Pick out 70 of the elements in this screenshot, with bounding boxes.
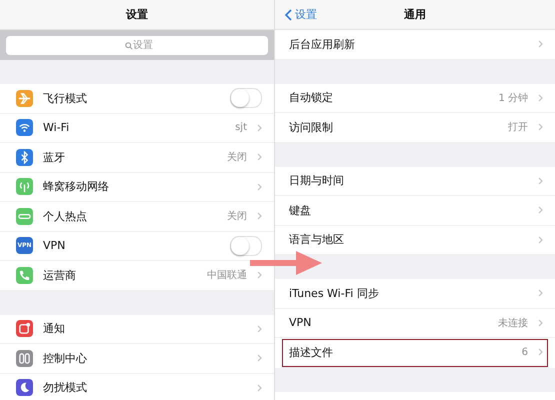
chevron-icon — [285, 8, 292, 20]
settings-row[interactable]: 蓝牙 关闭 — [0, 143, 274, 172]
arrow-icon — [250, 250, 322, 276]
row-value: 关闭 — [227, 210, 247, 224]
row-label: 语言与地区 — [289, 232, 345, 248]
row-label: VPN — [289, 316, 312, 330]
back-button[interactable]: 设置 — [285, 7, 317, 22]
settings-row[interactable]: 后台应用刷新 — [275, 30, 555, 60]
chevron-icon — [538, 123, 543, 132]
chevron-icon — [538, 289, 543, 298]
settings-row[interactable]: VPN 未连接 — [275, 308, 555, 338]
chevron-icon — [538, 206, 543, 214]
chevron-icon — [257, 182, 262, 191]
row-label: 通知 — [43, 321, 66, 336]
settings-row[interactable]: 勿扰模式 — [0, 374, 274, 400]
row-value: 未连接 — [498, 316, 528, 330]
search-field[interactable]: 设置 — [6, 36, 268, 54]
row-label: 键盘 — [289, 202, 312, 218]
row-value: 6 — [522, 346, 528, 358]
chevron-icon — [538, 176, 543, 185]
settings-row[interactable]: 个人热点 关闭 — [0, 202, 274, 232]
settings-row[interactable]: 键盘 — [275, 196, 555, 226]
row-label: Wi-Fi — [43, 121, 70, 134]
chevron-icon — [538, 318, 543, 327]
row-label: 描述文件 — [289, 344, 334, 360]
settings-row[interactable]: 蜂窝移动网络 — [0, 172, 274, 202]
settings-row[interactable]: 访问限制 打开 — [275, 113, 555, 142]
row-value: 打开 — [508, 120, 528, 134]
row-label: iTunes Wi-Fi 同步 — [289, 286, 380, 301]
chevron-icon — [538, 236, 543, 244]
chevron-icon — [538, 348, 543, 356]
row-label: 个人热点 — [43, 208, 88, 224]
chevron-icon — [257, 212, 262, 220]
settings-row[interactable]: 日期与时间 — [275, 166, 555, 196]
chevron-icon — [538, 94, 543, 102]
toggle-switch[interactable] — [230, 88, 262, 108]
settings-row[interactable]: 控制中心 — [0, 344, 274, 374]
row-label: VPN — [43, 239, 66, 252]
nav-title: 通用 — [404, 7, 426, 22]
row-label: 勿扰模式 — [43, 380, 88, 396]
row-label: 自动锁定 — [289, 90, 334, 106]
row-label: 运营商 — [43, 268, 77, 283]
row-label: 控制中心 — [43, 350, 88, 366]
row-value: sjt — [235, 122, 247, 134]
row-label: 后台应用刷新 — [289, 36, 356, 52]
nav-title: 设置 — [126, 7, 148, 22]
chevron-icon — [257, 124, 262, 132]
settings-row[interactable]: 自动锁定 1 分钟 — [275, 84, 555, 113]
settings-row[interactable]: Wi-Fi sjt — [0, 114, 274, 143]
settings-row[interactable]: 描述文件 6 — [281, 338, 549, 368]
chevron-icon — [257, 324, 262, 333]
settings-row[interactable]: iTunes Wi-Fi 同步 — [275, 279, 555, 308]
row-label: 飞行模式 — [43, 90, 88, 106]
row-label: 日期与时间 — [289, 173, 345, 188]
chevron-icon — [257, 153, 262, 162]
row-value: 关闭 — [227, 150, 247, 164]
settings-row[interactable]: 语言与地区 — [275, 226, 555, 255]
chevron-icon — [257, 271, 262, 280]
row-value: 1 分钟 — [498, 92, 528, 105]
row-value: 中国联通 — [207, 268, 247, 282]
row-label: 蜂窝移动网络 — [43, 179, 110, 194]
search-icon — [125, 42, 133, 50]
chevron-icon — [538, 40, 543, 48]
chevron-icon — [257, 354, 262, 362]
row-label: 蓝牙 — [43, 150, 66, 165]
toggle-switch[interactable] — [230, 236, 262, 256]
settings-row[interactable]: 通知 — [0, 314, 274, 344]
settings-row[interactable]: 飞行模式 — [0, 84, 274, 114]
row-label: 访问限制 — [289, 120, 334, 135]
chevron-icon — [257, 384, 262, 392]
